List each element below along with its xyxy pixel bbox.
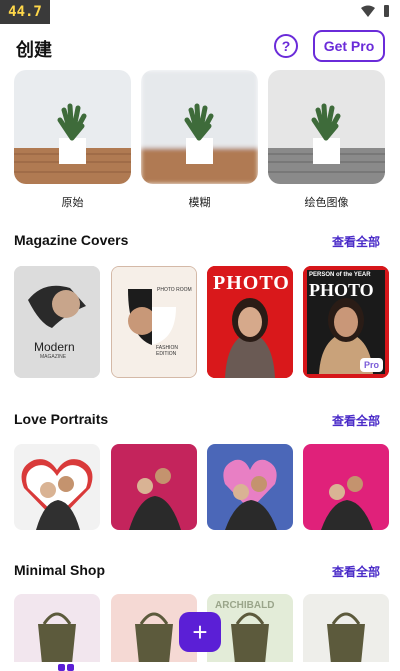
love-card-pink-text[interactable] (111, 444, 197, 530)
magazine-title: PHOTO (309, 280, 374, 300)
section-title-minimal: Minimal Shop (14, 562, 105, 578)
get-pro-button[interactable]: Get Pro (313, 30, 385, 62)
plant-image (14, 70, 131, 184)
love-card-heart[interactable] (14, 444, 100, 530)
magazine-title: PHOTO ROOM (157, 287, 192, 293)
love-portrait-image (14, 444, 100, 530)
love-portrait-image (207, 444, 293, 530)
battery-icon (384, 5, 389, 17)
help-icon: ? (281, 38, 291, 54)
page-title: 创建 (16, 40, 52, 60)
magazine-card-fashion[interactable]: PHOTO ROOM FASHION EDITION (111, 266, 197, 378)
love-card-blue-heart[interactable] (207, 444, 293, 530)
filter-label: 原始 (61, 197, 84, 209)
pro-badge: Pro (359, 358, 383, 372)
help-button[interactable]: ? (274, 34, 298, 58)
shop-bag-image (14, 594, 100, 662)
filter-thumbnail (14, 70, 131, 184)
magazine-card-modern[interactable]: Modern MAGAZINE (14, 266, 100, 378)
love-portrait-image (111, 444, 197, 530)
love-portrait-image (303, 444, 389, 530)
magazine-title: Modern (34, 340, 75, 354)
bottom-nav (0, 662, 400, 671)
section-title-magazine: Magazine Covers (14, 232, 129, 248)
create-fab-button[interactable]: + (179, 612, 221, 652)
section-title-love: Love Portraits (14, 411, 109, 427)
see-all-love[interactable]: 查看全部 (332, 412, 380, 429)
love-card-magenta[interactable] (303, 444, 389, 530)
magazine-card-row: Modern MAGAZINE PHOTO ROOM FASHION EDITI… (14, 266, 400, 382)
plant-image-blurred (141, 70, 258, 184)
minimal-card-4[interactable] (303, 594, 389, 662)
status-icons (361, 4, 390, 18)
filter-color-image[interactable]: 绘色图像 (268, 70, 385, 210)
magazine-subtitle: FASHION EDITION (156, 345, 178, 357)
nav-home-icon[interactable] (57, 662, 75, 671)
filter-thumbnail (268, 70, 385, 184)
app-header: 创建 ? Get Pro (0, 26, 400, 70)
fps-counter: 44.7 (0, 0, 50, 24)
magazine-subtitle: PERSON of the YEAR (309, 272, 371, 278)
filter-label: 绘色图像 (304, 197, 349, 209)
minimal-card-1[interactable] (14, 594, 100, 662)
filter-label: 模糊 (188, 197, 211, 209)
magazine-cover-image (112, 267, 196, 377)
shop-brand-label: ARCHIBALD (215, 600, 275, 611)
see-all-minimal[interactable]: 查看全部 (332, 563, 380, 580)
plant-image-gray (268, 70, 385, 184)
filter-row: 原始 模糊 绘色图像 (14, 70, 386, 210)
wifi-icon (361, 5, 375, 17)
magazine-subtitle: MAGAZINE (40, 354, 67, 360)
love-card-row (14, 444, 400, 560)
magazine-title: PHOTO (213, 272, 290, 294)
filter-original[interactable]: 原始 (14, 70, 131, 210)
filter-blur[interactable]: 模糊 (141, 70, 258, 210)
shop-bag-image (303, 594, 389, 662)
magazine-cover-image (14, 266, 100, 378)
see-all-magazine[interactable]: 查看全部 (332, 233, 380, 250)
magazine-card-person-of-year[interactable]: PERSON of the YEAR PHOTO Pro (303, 266, 389, 378)
status-bar: 44.7 (0, 0, 400, 24)
filter-thumbnail (141, 70, 258, 184)
magazine-card-photo-red[interactable]: PHOTO (207, 266, 293, 378)
